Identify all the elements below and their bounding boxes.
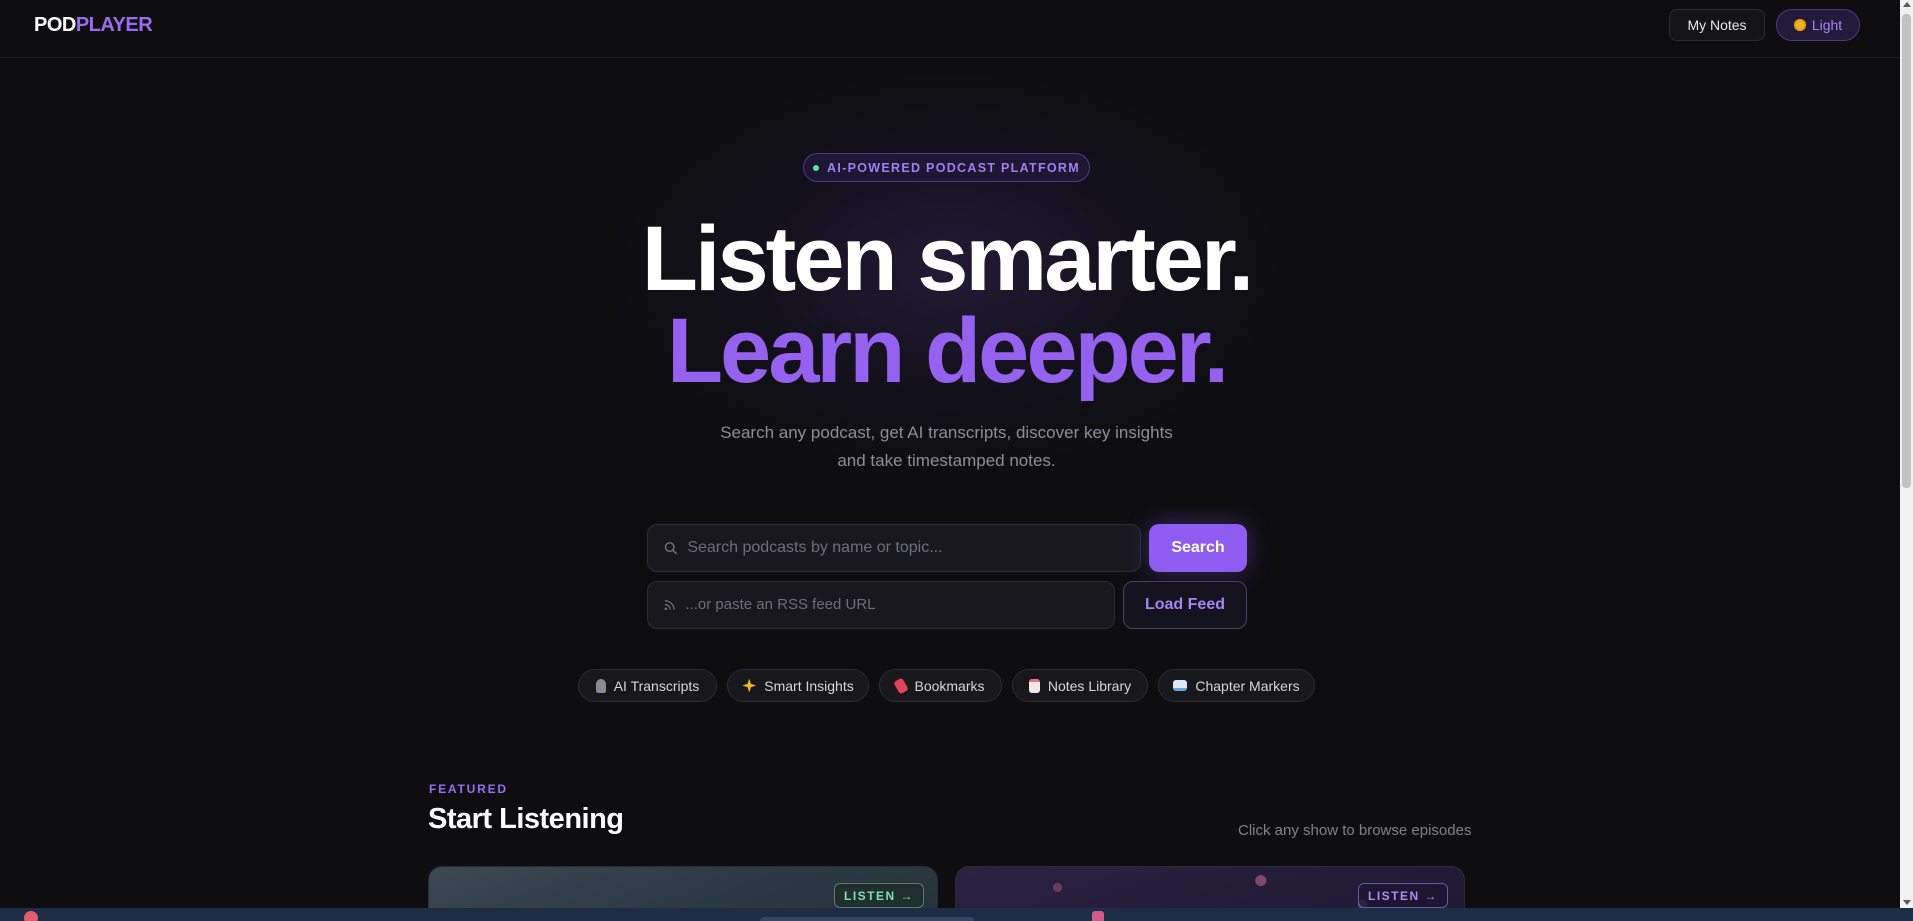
theme-toggle-label: Light [1811, 17, 1843, 33]
page: PODPLAYER My Notes Light AI-POWERED PODC… [0, 0, 1900, 921]
scroll-down-arrow-icon[interactable] [1903, 900, 1911, 905]
sparkles-icon [742, 678, 757, 693]
badge-label: AI-POWERED PODCAST PLATFORM [827, 160, 1080, 175]
book-icon [1173, 680, 1188, 691]
rss-icon [664, 600, 675, 611]
logo-part-pod: POD [34, 14, 76, 36]
taskbar [0, 908, 1913, 921]
featured-kicker: FEATURED [429, 782, 508, 796]
featured-hint: Click any show to browse episodes [1238, 822, 1472, 839]
hero-subtitle-line2: and take timestamped notes. [837, 451, 1056, 470]
scroll-up-arrow-icon[interactable] [1903, 2, 1911, 7]
taskbar-search-box[interactable] [760, 917, 974, 921]
taskbar-app-icon[interactable] [24, 911, 38, 921]
load-feed-button[interactable]: Load Feed [1123, 581, 1247, 629]
platform-badge: AI-POWERED PODCAST PLATFORM [803, 153, 1090, 182]
featured-title: Start Listening [428, 803, 624, 835]
logo[interactable]: PODPLAYER [34, 14, 153, 37]
hero-subtitle-line1: Search any podcast, get AI transcripts, … [720, 423, 1173, 442]
top-nav: PODPLAYER My Notes Light [0, 0, 1900, 58]
search-input[interactable] [687, 539, 1140, 557]
bookmark-icon [893, 676, 910, 695]
listen-button[interactable]: LISTEN → [834, 883, 924, 908]
theme-toggle-button[interactable]: Light [1776, 9, 1860, 41]
search-field[interactable] [647, 524, 1141, 572]
scrollbar-thumb[interactable] [1902, 14, 1911, 488]
hero-title-line1: Listen smarter. [641, 208, 1255, 310]
listen-button[interactable]: LISTEN → [1358, 883, 1448, 908]
status-dot-icon [813, 164, 820, 171]
feature-pill-notes-library[interactable]: Notes Library [1012, 669, 1148, 702]
sun-icon [1793, 19, 1806, 31]
my-notes-button[interactable]: My Notes [1669, 9, 1765, 41]
feature-pill-label: Bookmarks [914, 677, 985, 694]
logo-part-player: PLAYER [75, 14, 153, 36]
rss-url-input[interactable] [685, 596, 1114, 614]
feature-pill-bookmarks[interactable]: Bookmarks [879, 669, 1002, 702]
notepad-icon [1028, 678, 1040, 693]
feature-pill-label: Notes Library [1047, 677, 1132, 694]
microphone-icon [595, 678, 606, 693]
feature-pill-label: Chapter Markers [1195, 677, 1300, 694]
feature-pill-label: Smart Insights [764, 677, 854, 694]
rss-field[interactable] [647, 581, 1115, 629]
taskbar-app-icon[interactable] [1092, 911, 1104, 921]
feature-pill-ai-transcripts[interactable]: AI Transcripts [578, 669, 717, 702]
feature-pill-label: AI Transcripts [613, 677, 700, 694]
feature-pill-chapter-markers[interactable]: Chapter Markers [1158, 669, 1315, 702]
vertical-scrollbar[interactable] [1900, 0, 1913, 921]
hero-title-line2: Learn deeper. [666, 300, 1229, 402]
feature-pill-smart-insights[interactable]: Smart Insights [727, 669, 869, 702]
search-icon [664, 542, 678, 555]
search-button[interactable]: Search [1149, 524, 1247, 572]
